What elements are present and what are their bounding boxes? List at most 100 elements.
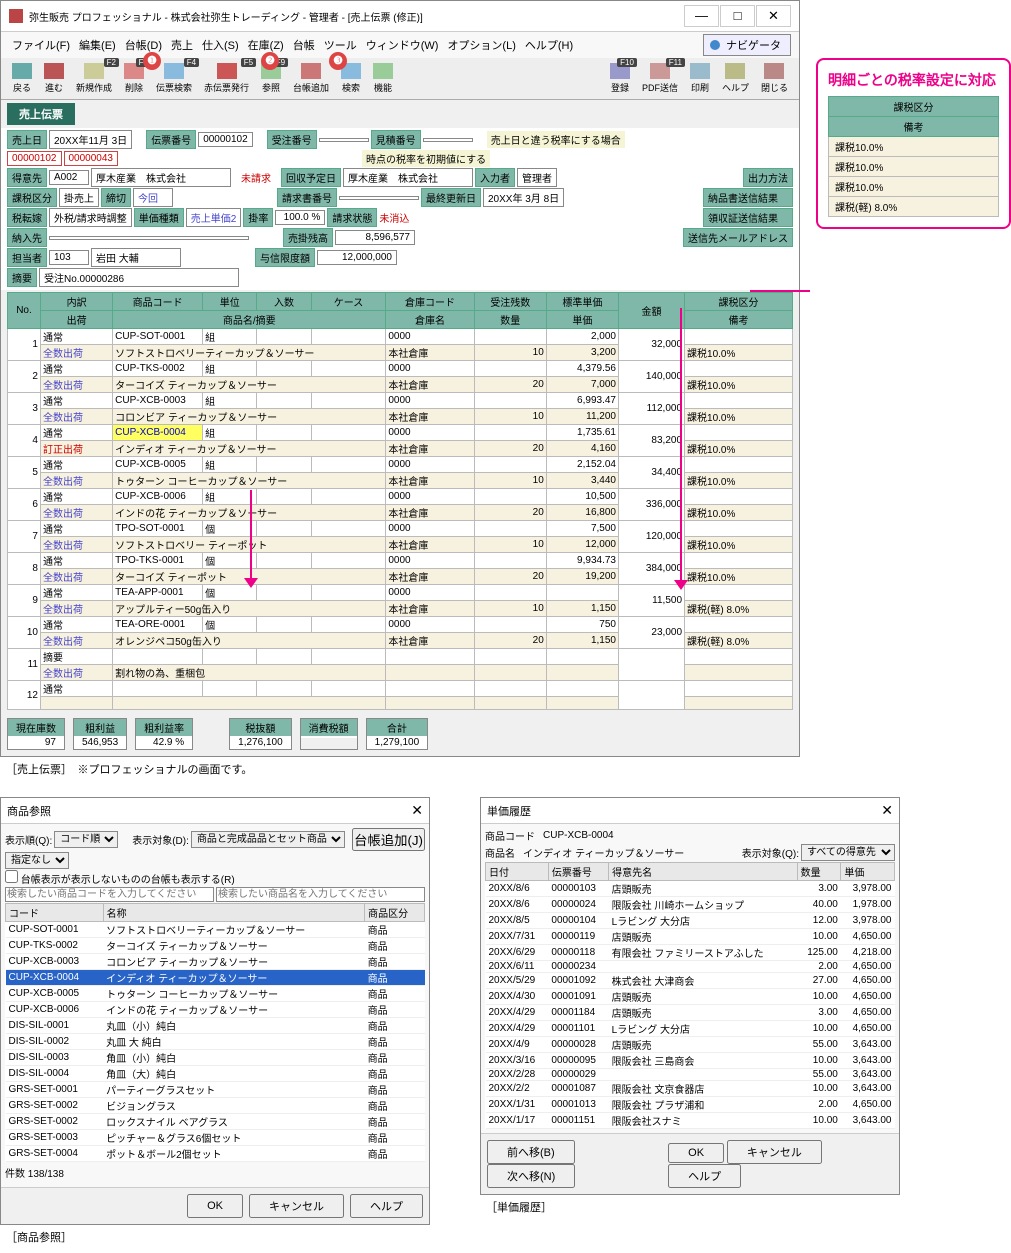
menu-item[interactable]: 在庫(Z): [245, 36, 287, 54]
ref-row[interactable]: CUP-SOT-0001ソフトストロベリーティーカップ＆ソーサー商品: [6, 922, 425, 938]
hist-next-button[interactable]: 次へ移(N): [487, 1164, 575, 1188]
tax-mini-row: 課税10.0%: [829, 137, 999, 157]
grid-row[interactable]: 7通常TPO-SOT-0001個00007,500120,000: [8, 521, 793, 537]
field-nonyu[interactable]: [49, 236, 249, 240]
ref-row[interactable]: CUP-XCB-0004インディオ ティーカップ＆ソーサー商品: [6, 970, 425, 986]
grid-row[interactable]: 2通常CUP-TKS-0002組00004,379.56140,000: [8, 361, 793, 377]
field-estno[interactable]: [423, 138, 473, 142]
menu-item[interactable]: ウィンドウ(W): [363, 36, 442, 54]
menu-item[interactable]: 仕入(S): [199, 36, 242, 54]
grid-row[interactable]: 1通常CUP-SOT-0001組00002,00032,000: [8, 329, 793, 345]
toolbar-台帳追加[interactable]: 台帳追加: [288, 61, 334, 96]
menu-item[interactable]: ヘルプ(H): [522, 36, 576, 54]
ref-row[interactable]: DIS-SIL-0004角皿（大）純白商品: [6, 1066, 425, 1082]
ref-row[interactable]: GRS-SET-0001パーティーグラスセット商品: [6, 1082, 425, 1098]
ref-search-code[interactable]: [5, 887, 214, 902]
toolbar-赤伝票発行[interactable]: F5赤伝票発行: [199, 61, 254, 96]
hist-row[interactable]: 20XX/4/2900001101Lラビング 大分店10.004,650.00: [486, 1021, 895, 1037]
toolbar-ヘルプ[interactable]: ヘルプ: [717, 61, 754, 96]
hist-row[interactable]: 20XX/1/1700001151限阪会社スナミ10.003,643.00: [486, 1113, 895, 1129]
hist-row[interactable]: 20XX/2/280000002955.003,643.00: [486, 1069, 895, 1081]
detail-grid[interactable]: No. 内訳 商品コード 単位 入数 ケース 倉庫コード 受注残数 標準単価 金…: [7, 292, 793, 710]
ref-row[interactable]: CUP-XCB-0006インドの花 ティーカップ＆ソーサー商品: [6, 1002, 425, 1018]
ref-row[interactable]: CUP-TKS-0002ターコイズ ティーカップ＆ソーサー商品: [6, 938, 425, 954]
ref-row[interactable]: CUP-XCB-0003コロンビア ティーカップ＆ソーサー商品: [6, 954, 425, 970]
menu-item[interactable]: ファイル(F): [9, 36, 73, 54]
hist-row[interactable]: 20XX/8/500000104Lラビング 大分店12.003,978.00: [486, 913, 895, 929]
grid-row[interactable]: 5通常CUP-XCB-0005組00002,152.0434,400: [8, 457, 793, 473]
hist-close-icon[interactable]: ✕: [881, 802, 893, 819]
hist-list[interactable]: 日付 伝票番号 得意先名 数量 単価 20XX/8/600000103店頭販売3…: [485, 862, 895, 1129]
toolbar-機能[interactable]: 機能: [368, 61, 398, 96]
hist-ok-button[interactable]: OK: [668, 1143, 724, 1163]
minimize-button[interactable]: —: [684, 5, 719, 27]
grid-row[interactable]: 4通常CUP-XCB-0004組00001,735.6183,200: [8, 425, 793, 441]
field-orderno[interactable]: [319, 138, 369, 142]
hist-row[interactable]: 20XX/6/2900000118有限会社 ファミリーストアふした125.004…: [486, 945, 895, 961]
hist-row[interactable]: 20XX/4/2900001184店頭販売3.004,650.00: [486, 1005, 895, 1021]
ref-search-name[interactable]: [216, 887, 425, 902]
toolbar-閉じる[interactable]: 閉じる: [756, 61, 793, 96]
hist-row[interactable]: 20XX/4/3000001091店頭販売10.004,650.00: [486, 989, 895, 1005]
hist-row[interactable]: 20XX/8/600000103店頭販売3.003,978.00: [486, 881, 895, 897]
toolbar-印刷[interactable]: 印刷: [685, 61, 715, 96]
hist-row[interactable]: 20XX/1/3100001013限阪会社 プラザ浦和2.004,650.00: [486, 1097, 895, 1113]
grid-row[interactable]: 3通常CUP-XCB-0003組00006,993.47112,000: [8, 393, 793, 409]
ref-order-select[interactable]: コード順: [54, 831, 118, 848]
menu-item[interactable]: オプション(L): [444, 36, 518, 54]
toolbar-進む[interactable]: 進む: [39, 61, 69, 96]
ref-row[interactable]: GRS-SET-0002ビジョングラス商品: [6, 1098, 425, 1114]
toolbar-PDF送信[interactable]: F11PDF送信: [637, 61, 683, 96]
ref-row[interactable]: DIS-SIL-0002丸皿 大 純白商品: [6, 1034, 425, 1050]
field-tanto-cd[interactable]: 103: [49, 250, 89, 265]
field-taxmethod[interactable]: 外税/請求時調整: [49, 208, 132, 227]
grid-row[interactable]: 6通常CUP-XCB-0006組000010,500336,000: [8, 489, 793, 505]
ref-show-hidden-check[interactable]: 台帳表示が表示しないものの台帳も表示する(R): [5, 870, 235, 886]
toolbar-登録[interactable]: F10登録: [605, 61, 635, 96]
hist-row[interactable]: 20XX/2/200001087限阪会社 文京食器店10.003,643.00: [486, 1081, 895, 1097]
grid-row[interactable]: 11摘要: [8, 649, 793, 665]
field-date[interactable]: 20XX年11月 3日: [49, 130, 132, 149]
hist-row[interactable]: 20XX/3/1600000095限阪会社 三島商会10.003,643.00: [486, 1053, 895, 1069]
hist-help-button[interactable]: ヘルプ: [668, 1164, 741, 1188]
field-cust-code[interactable]: A002: [49, 170, 89, 185]
ref-row[interactable]: GRS-SET-0004ポット＆ボール2個セット商品: [6, 1146, 425, 1162]
ref-row[interactable]: DIS-SIL-0001丸皿（小）純白商品: [6, 1018, 425, 1034]
hist-row[interactable]: 20XX/8/600000024限阪会社 川崎ホームショップ40.001,978…: [486, 897, 895, 913]
menu-item[interactable]: 編集(E): [76, 36, 119, 54]
hist-row[interactable]: 20XX/6/11000002342.004,650.00: [486, 961, 895, 973]
ref-cancel-button[interactable]: キャンセル: [249, 1194, 344, 1218]
hist-row[interactable]: 20XX/7/3100000119店頭販売10.004,650.00: [486, 929, 895, 945]
menu-item[interactable]: 台帳(D): [122, 36, 165, 54]
hist-target-select[interactable]: すべての得意先: [801, 844, 895, 861]
navigator-button[interactable]: ナビゲータ: [703, 34, 791, 56]
hist-row[interactable]: 20XX/5/2900001092株式会社 大津商会27.004,650.00: [486, 973, 895, 989]
toolbar-戻る[interactable]: 戻る: [7, 61, 37, 96]
ref-row[interactable]: DIS-SIL-0003角皿（小）純白商品: [6, 1050, 425, 1066]
field-taxtype-kbn[interactable]: 掛売上: [59, 188, 99, 207]
menu-item[interactable]: 売上: [168, 36, 196, 54]
field-memo[interactable]: 受注No.00000286: [39, 268, 239, 287]
ref-help-button[interactable]: ヘルプ: [350, 1194, 423, 1218]
grid-row[interactable]: 12通常: [8, 681, 793, 697]
ref-row[interactable]: GRS-SET-0002ロックスナイル ベアグラス商品: [6, 1114, 425, 1130]
maximize-button[interactable]: □: [720, 5, 755, 27]
ref-add-button[interactable]: 台帳追加(J): [352, 828, 425, 851]
ref-filter-select[interactable]: 指定なし: [5, 852, 69, 869]
hist-prev-button[interactable]: 前へ移(B): [487, 1140, 575, 1164]
grid-row[interactable]: 8通常TPO-TKS-0001個00009,934.73384,000: [8, 553, 793, 569]
grid-row[interactable]: 10通常TEA-ORE-0001個000075023,000: [8, 617, 793, 633]
close-button[interactable]: ✕: [756, 5, 791, 27]
ref-row[interactable]: GRS-SET-0003ピッチャー＆グラス6個セット商品: [6, 1130, 425, 1146]
toolbar-新規作成[interactable]: F2新規作成: [71, 61, 117, 96]
hist-cancel-button[interactable]: キャンセル: [727, 1140, 822, 1164]
ref-target-select[interactable]: 商品と完成品品とセット商品: [191, 831, 345, 848]
ref-list[interactable]: コード 名称 商品区分 CUP-SOT-0001ソフトストロベリーティーカップ＆…: [5, 903, 425, 1162]
menu-item[interactable]: 台帳: [290, 36, 318, 54]
field-slipno[interactable]: 00000102: [198, 132, 253, 147]
hist-row[interactable]: 20XX/4/900000028店頭販売55.003,643.00: [486, 1037, 895, 1053]
hist-name-l: 商品名: [485, 845, 515, 860]
ref-close-icon[interactable]: ✕: [411, 802, 423, 819]
ref-row[interactable]: CUP-XCB-0005トゥターン コーヒーカップ＆ソーサー商品: [6, 986, 425, 1002]
ref-ok-button[interactable]: OK: [187, 1194, 243, 1218]
